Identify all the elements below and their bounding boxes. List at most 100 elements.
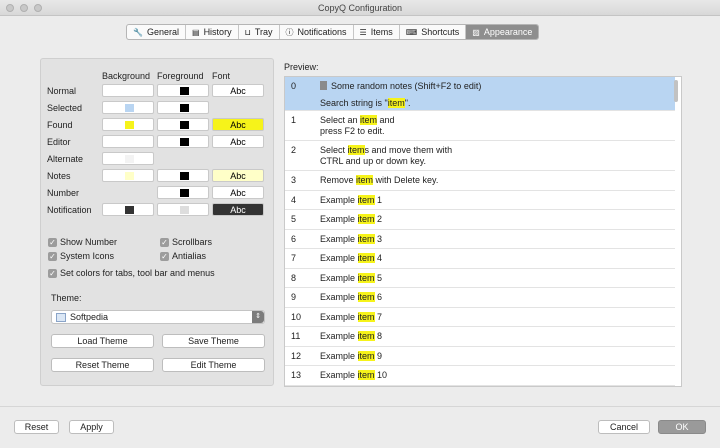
normal-foreground-color-button[interactable] — [157, 84, 209, 97]
updown-arrows-icon: ⇕ — [252, 311, 264, 323]
tab-history[interactable]: ▤ History — [186, 25, 239, 39]
tab-shortcuts[interactable]: ⌨ Shortcuts — [400, 25, 467, 39]
background-column-header: Background — [102, 71, 151, 81]
ok-button[interactable]: OK — [658, 420, 706, 434]
preview-list[interactable]: 0 Some random notes (Shift+F2 to edit) Sea… — [284, 76, 682, 387]
tab-appearance[interactable]: ▨ Appearance — [466, 25, 539, 39]
preview-item[interactable]: 5 Example item 2 — [285, 210, 675, 230]
preview-item[interactable]: 2 Select items and move them with CTRL and… — [285, 141, 675, 171]
normal-background-color-button[interactable] — [102, 84, 154, 97]
search-match: item — [357, 233, 375, 244]
found-background-color-button[interactable] — [102, 118, 154, 131]
preview-item[interactable]: 6 Example item 3 — [285, 230, 675, 249]
save-theme-button[interactable]: Save Theme — [162, 334, 265, 348]
text-fragment: 8 — [374, 331, 383, 341]
preview-item[interactable]: 10 Example item 7 — [285, 308, 675, 327]
item-text: Example item 2 — [320, 214, 382, 225]
text-fragment: Example — [320, 350, 358, 361]
notification-background-color-button[interactable] — [102, 203, 154, 216]
search-match: item — [357, 253, 375, 263]
system-icons-checkbox[interactable]: ✓ System Icons — [48, 251, 114, 261]
found-foreground-color-button[interactable] — [157, 118, 209, 131]
tab-label: Shortcuts — [421, 27, 460, 37]
text-fragment: 7 — [374, 311, 383, 322]
cancel-button[interactable]: Cancel — [598, 420, 650, 434]
search-match: item — [357, 350, 375, 361]
text-fragment: 4 — [374, 253, 383, 263]
text-fragment: Example — [320, 272, 358, 283]
notes-font-button[interactable]: Abc — [212, 169, 264, 182]
normal-font-button[interactable]: Abc — [212, 84, 264, 97]
set-colors-checkbox[interactable]: ✓ Set colors for tabs, tool bar and menus — [48, 268, 215, 278]
text-fragment: 5 — [374, 272, 383, 283]
tab-tray[interactable]: ⊔ Tray — [239, 25, 280, 39]
editor-background-color-button[interactable] — [102, 135, 154, 148]
notes-foreground-color-button[interactable] — [157, 169, 209, 182]
color-swatch — [180, 121, 189, 129]
item-number: 2 — [291, 145, 297, 155]
note-icon — [320, 81, 327, 90]
preview-item[interactable]: 8 Example item 5 — [285, 269, 675, 288]
text-fragment: Some random notes (Shift+F2 to edit) — [331, 81, 482, 91]
found-font-button[interactable]: Abc — [212, 118, 264, 131]
reset-theme-button[interactable]: Reset Theme — [51, 358, 154, 372]
preview-item[interactable]: 9 Example item 6 — [285, 288, 675, 308]
item-text: Example item 1 — [320, 194, 382, 206]
theme-select[interactable]: Softpedia ⇕ — [51, 310, 265, 324]
reset-button[interactable]: Reset — [14, 420, 59, 434]
notification-font-button[interactable]: Abc — [212, 203, 264, 216]
tab-items[interactable]: ☰ Items — [354, 25, 400, 39]
number-row-label: Number — [47, 188, 80, 198]
preview-item[interactable]: 7 Example item 4 — [285, 249, 675, 269]
notes-background-color-button[interactable] — [102, 169, 154, 182]
preview-item[interactable]: 11 Example item 8 — [285, 327, 675, 347]
scrollbars-checkbox[interactable]: ✓ Scrollbars — [160, 237, 212, 247]
color-swatch — [125, 87, 134, 95]
text-fragment: Example — [320, 194, 358, 205]
editor-foreground-color-button[interactable] — [157, 135, 209, 148]
alternate-background-color-button[interactable] — [102, 152, 154, 165]
text-fragment: Example — [320, 292, 358, 302]
selected-background-color-button[interactable] — [102, 101, 154, 114]
preview-item[interactable]: 1 Select an item and press F2 to edit. — [285, 111, 675, 141]
search-match: item — [357, 311, 375, 322]
tab-label: Appearance — [483, 27, 533, 37]
tab-general[interactable]: 🔧 General — [127, 25, 186, 39]
search-match: item — [357, 214, 375, 224]
preview-scrollbar[interactable] — [674, 80, 678, 102]
apply-button[interactable]: Apply — [69, 420, 114, 434]
tab-label: Items — [370, 27, 393, 37]
edit-theme-button[interactable]: Edit Theme — [162, 358, 265, 372]
preview-item[interactable]: 12 Example item 9 — [285, 347, 675, 366]
number-font-button[interactable]: Abc — [212, 186, 264, 199]
item-number: 4 — [291, 194, 297, 205]
antialias-checkbox[interactable]: ✓ Antialias — [160, 251, 206, 261]
preview-item[interactable]: 13 Example item 10 — [285, 366, 675, 386]
checkmark-icon: ✓ — [48, 268, 57, 278]
search-match: item — [357, 331, 375, 341]
search-match: item — [356, 175, 374, 185]
normal-row-label: Normal — [47, 86, 77, 96]
text-fragment: press F2 to edit. — [320, 126, 385, 136]
selected-row-label: Selected — [47, 103, 83, 113]
item-text: Remove item with Delete key. — [320, 175, 438, 186]
text-fragment: 2 — [374, 214, 383, 224]
tab-label: Notifications — [297, 27, 347, 37]
text-fragment: Example — [320, 311, 358, 322]
number-foreground-color-button[interactable] — [157, 186, 209, 199]
system-icons-label: System Icons — [60, 251, 115, 261]
color-swatch — [180, 87, 189, 95]
tab-notifications[interactable]: ⓘ Notifications — [280, 25, 354, 39]
item-number: 9 — [291, 292, 297, 302]
text-fragment: 9 — [374, 350, 383, 361]
notification-foreground-color-button[interactable] — [157, 203, 209, 216]
editor-row-label: Editor — [47, 137, 71, 147]
preview-item[interactable]: 4 Example item 1 — [285, 191, 675, 210]
load-theme-button[interactable]: Load Theme — [51, 334, 154, 348]
search-match: item — [387, 98, 405, 108]
selected-foreground-color-button[interactable] — [157, 101, 209, 114]
preview-item[interactable]: 3 Remove item with Delete key. — [285, 171, 675, 191]
preview-item[interactable]: 0 Some random notes (Shift+F2 to edit) Sea… — [285, 77, 675, 111]
show-number-checkbox[interactable]: ✓ Show Number — [48, 237, 117, 247]
editor-font-button[interactable]: Abc — [212, 135, 264, 148]
